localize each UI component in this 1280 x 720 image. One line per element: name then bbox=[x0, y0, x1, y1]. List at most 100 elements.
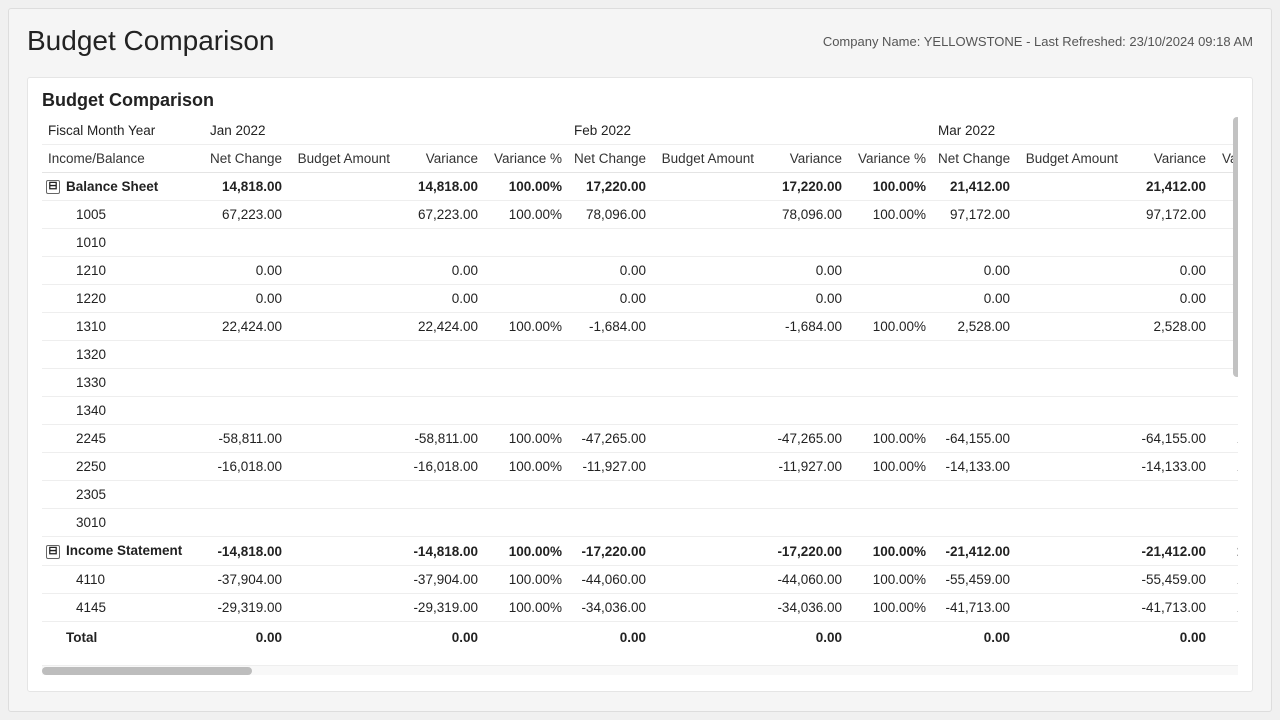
row-label[interactable]: 1340 bbox=[42, 397, 204, 425]
col-month-1[interactable]: Jan 2022 bbox=[204, 117, 568, 145]
row-label[interactable]: 4110 bbox=[42, 565, 204, 593]
h-scrollbar-track[interactable] bbox=[42, 665, 1238, 675]
row-label[interactable]: 2305 bbox=[42, 481, 204, 509]
row-label-text: 1005 bbox=[76, 207, 106, 222]
cell-nc2: 78,096.00 bbox=[568, 201, 652, 229]
table-row[interactable]: 4110-37,904.00-37,904.00100.00%-44,060.0… bbox=[42, 565, 1238, 593]
cell-vp2: 100.00% bbox=[848, 565, 932, 593]
h-scrollbar-thumb[interactable] bbox=[42, 667, 252, 675]
row-label-text: 2250 bbox=[76, 459, 106, 474]
total-v1: 0.00 bbox=[396, 621, 484, 651]
row-label-text: 2245 bbox=[76, 431, 106, 446]
row-label[interactable]: 2250 bbox=[42, 453, 204, 481]
col-nc-1[interactable]: Net Change bbox=[204, 145, 288, 173]
col-month-2[interactable]: Feb 2022 bbox=[568, 117, 932, 145]
row-label[interactable]: 1220 bbox=[42, 285, 204, 313]
cell-ba2 bbox=[652, 313, 760, 341]
row-label[interactable]: 4145 bbox=[42, 593, 204, 621]
col-vp-2[interactable]: Variance % bbox=[848, 145, 932, 173]
cell-v2: -1,684.00 bbox=[760, 313, 848, 341]
table-row[interactable]: 2245-58,811.00-58,811.00100.00%-47,265.0… bbox=[42, 425, 1238, 453]
collapse-icon[interactable]: ⊟ bbox=[46, 180, 60, 194]
row-label[interactable]: 1330 bbox=[42, 369, 204, 397]
cell-vp1 bbox=[484, 229, 568, 257]
cell-ba2 bbox=[652, 453, 760, 481]
row-label[interactable]: ⊟Balance Sheet bbox=[42, 173, 204, 201]
cell-nc1: -16,018.00 bbox=[204, 453, 288, 481]
cell-nc3: -14,133.00 bbox=[932, 453, 1016, 481]
table-row[interactable]: 12100.000.000.000.000.000.000.00 bbox=[42, 257, 1238, 285]
cell-vp1: 100.00% bbox=[484, 313, 568, 341]
col-v-1[interactable]: Variance bbox=[396, 145, 484, 173]
cell-ba3 bbox=[1016, 481, 1124, 509]
cell-nc3 bbox=[932, 369, 1016, 397]
cell-v3 bbox=[1124, 397, 1212, 425]
table-row[interactable]: 2250-16,018.00-16,018.00100.00%-11,927.0… bbox=[42, 453, 1238, 481]
row-label-text: 2305 bbox=[76, 487, 106, 502]
cell-vp2: 100.00% bbox=[848, 537, 932, 565]
table-row[interactable]: 1010 bbox=[42, 229, 1238, 257]
total-nc1: 0.00 bbox=[204, 621, 288, 651]
col-nc-3[interactable]: Net Change bbox=[932, 145, 1016, 173]
cell-nc1: 14,818.00 bbox=[204, 173, 288, 201]
row-label[interactable]: 3010 bbox=[42, 509, 204, 537]
cell-nc1 bbox=[204, 481, 288, 509]
table-row[interactable]: 1320 bbox=[42, 341, 1238, 369]
row-label[interactable]: 1310 bbox=[42, 313, 204, 341]
cell-nc3 bbox=[932, 397, 1016, 425]
cell-v1: -14,818.00 bbox=[396, 537, 484, 565]
row-label[interactable]: 1010 bbox=[42, 229, 204, 257]
table-row[interactable]: 131022,424.0022,424.00100.00%-1,684.00-1… bbox=[42, 313, 1238, 341]
col-v-3[interactable]: Variance bbox=[1124, 145, 1212, 173]
table-row[interactable]: ⊟Income Statement-14,818.00-14,818.00100… bbox=[42, 537, 1238, 565]
col-ba-1[interactable]: Budget Amount bbox=[288, 145, 396, 173]
cell-ba1 bbox=[288, 425, 396, 453]
cell-ba2 bbox=[652, 425, 760, 453]
col-ba-3[interactable]: Budget Amount bbox=[1016, 145, 1124, 173]
row-label[interactable]: 1320 bbox=[42, 341, 204, 369]
cell-nc1: 67,223.00 bbox=[204, 201, 288, 229]
cell-v1 bbox=[396, 481, 484, 509]
cell-v2: 78,096.00 bbox=[760, 201, 848, 229]
cell-nc2: -47,265.00 bbox=[568, 425, 652, 453]
cell-vp2: 100.00% bbox=[848, 425, 932, 453]
col-vp-1[interactable]: Variance % bbox=[484, 145, 568, 173]
table-row[interactable]: 3010 bbox=[42, 509, 1238, 537]
collapse-icon[interactable]: ⊟ bbox=[46, 545, 60, 559]
table-row[interactable]: 100567,223.0067,223.00100.00%78,096.0078… bbox=[42, 201, 1238, 229]
table-scroll[interactable]: Fiscal Month Year Jan 2022 Feb 2022 Mar … bbox=[42, 117, 1238, 665]
row-label[interactable]: 1005 bbox=[42, 201, 204, 229]
row-label-text: 1220 bbox=[76, 291, 106, 306]
row-label[interactable]: 1210 bbox=[42, 257, 204, 285]
col-nc-2[interactable]: Net Change bbox=[568, 145, 652, 173]
table-scroll-wrap: Fiscal Month Year Jan 2022 Feb 2022 Mar … bbox=[42, 117, 1238, 685]
col-fiscal[interactable]: Fiscal Month Year bbox=[42, 117, 204, 145]
row-label[interactable]: 2245 bbox=[42, 425, 204, 453]
table-row[interactable]: 1330 bbox=[42, 369, 1238, 397]
table-row[interactable]: ⊟Balance Sheet14,818.0014,818.00100.00%1… bbox=[42, 173, 1238, 201]
cell-vp1: 100.00% bbox=[484, 593, 568, 621]
col-month-3[interactable]: Mar 2022 bbox=[932, 117, 1238, 145]
col-income-balance[interactable]: Income/Balance bbox=[42, 145, 204, 173]
cell-ba1 bbox=[288, 509, 396, 537]
col-v-2[interactable]: Variance bbox=[760, 145, 848, 173]
cell-nc2: -44,060.00 bbox=[568, 565, 652, 593]
row-label[interactable]: ⊟Income Statement bbox=[42, 537, 204, 565]
v-scrollbar-thumb[interactable] bbox=[1233, 117, 1238, 377]
table-row[interactable]: 2305 bbox=[42, 481, 1238, 509]
table-row[interactable]: 1340 bbox=[42, 397, 1238, 425]
cell-nc1 bbox=[204, 341, 288, 369]
cell-ba2 bbox=[652, 593, 760, 621]
cell-vp2 bbox=[848, 369, 932, 397]
cell-ba1 bbox=[288, 453, 396, 481]
cell-nc2: 17,220.00 bbox=[568, 173, 652, 201]
cell-nc3: -64,155.00 bbox=[932, 425, 1016, 453]
table-row[interactable]: 12200.000.000.000.000.000.000.00 bbox=[42, 285, 1238, 313]
table-row[interactable]: 4145-29,319.00-29,319.00100.00%-34,036.0… bbox=[42, 593, 1238, 621]
row-label-text: 3010 bbox=[76, 515, 106, 530]
v-scrollbar-track[interactable] bbox=[1232, 117, 1238, 665]
col-ba-2[interactable]: Budget Amount bbox=[652, 145, 760, 173]
row-label-text: 1340 bbox=[76, 403, 106, 418]
cell-nc2 bbox=[568, 369, 652, 397]
cell-ba3 bbox=[1016, 565, 1124, 593]
